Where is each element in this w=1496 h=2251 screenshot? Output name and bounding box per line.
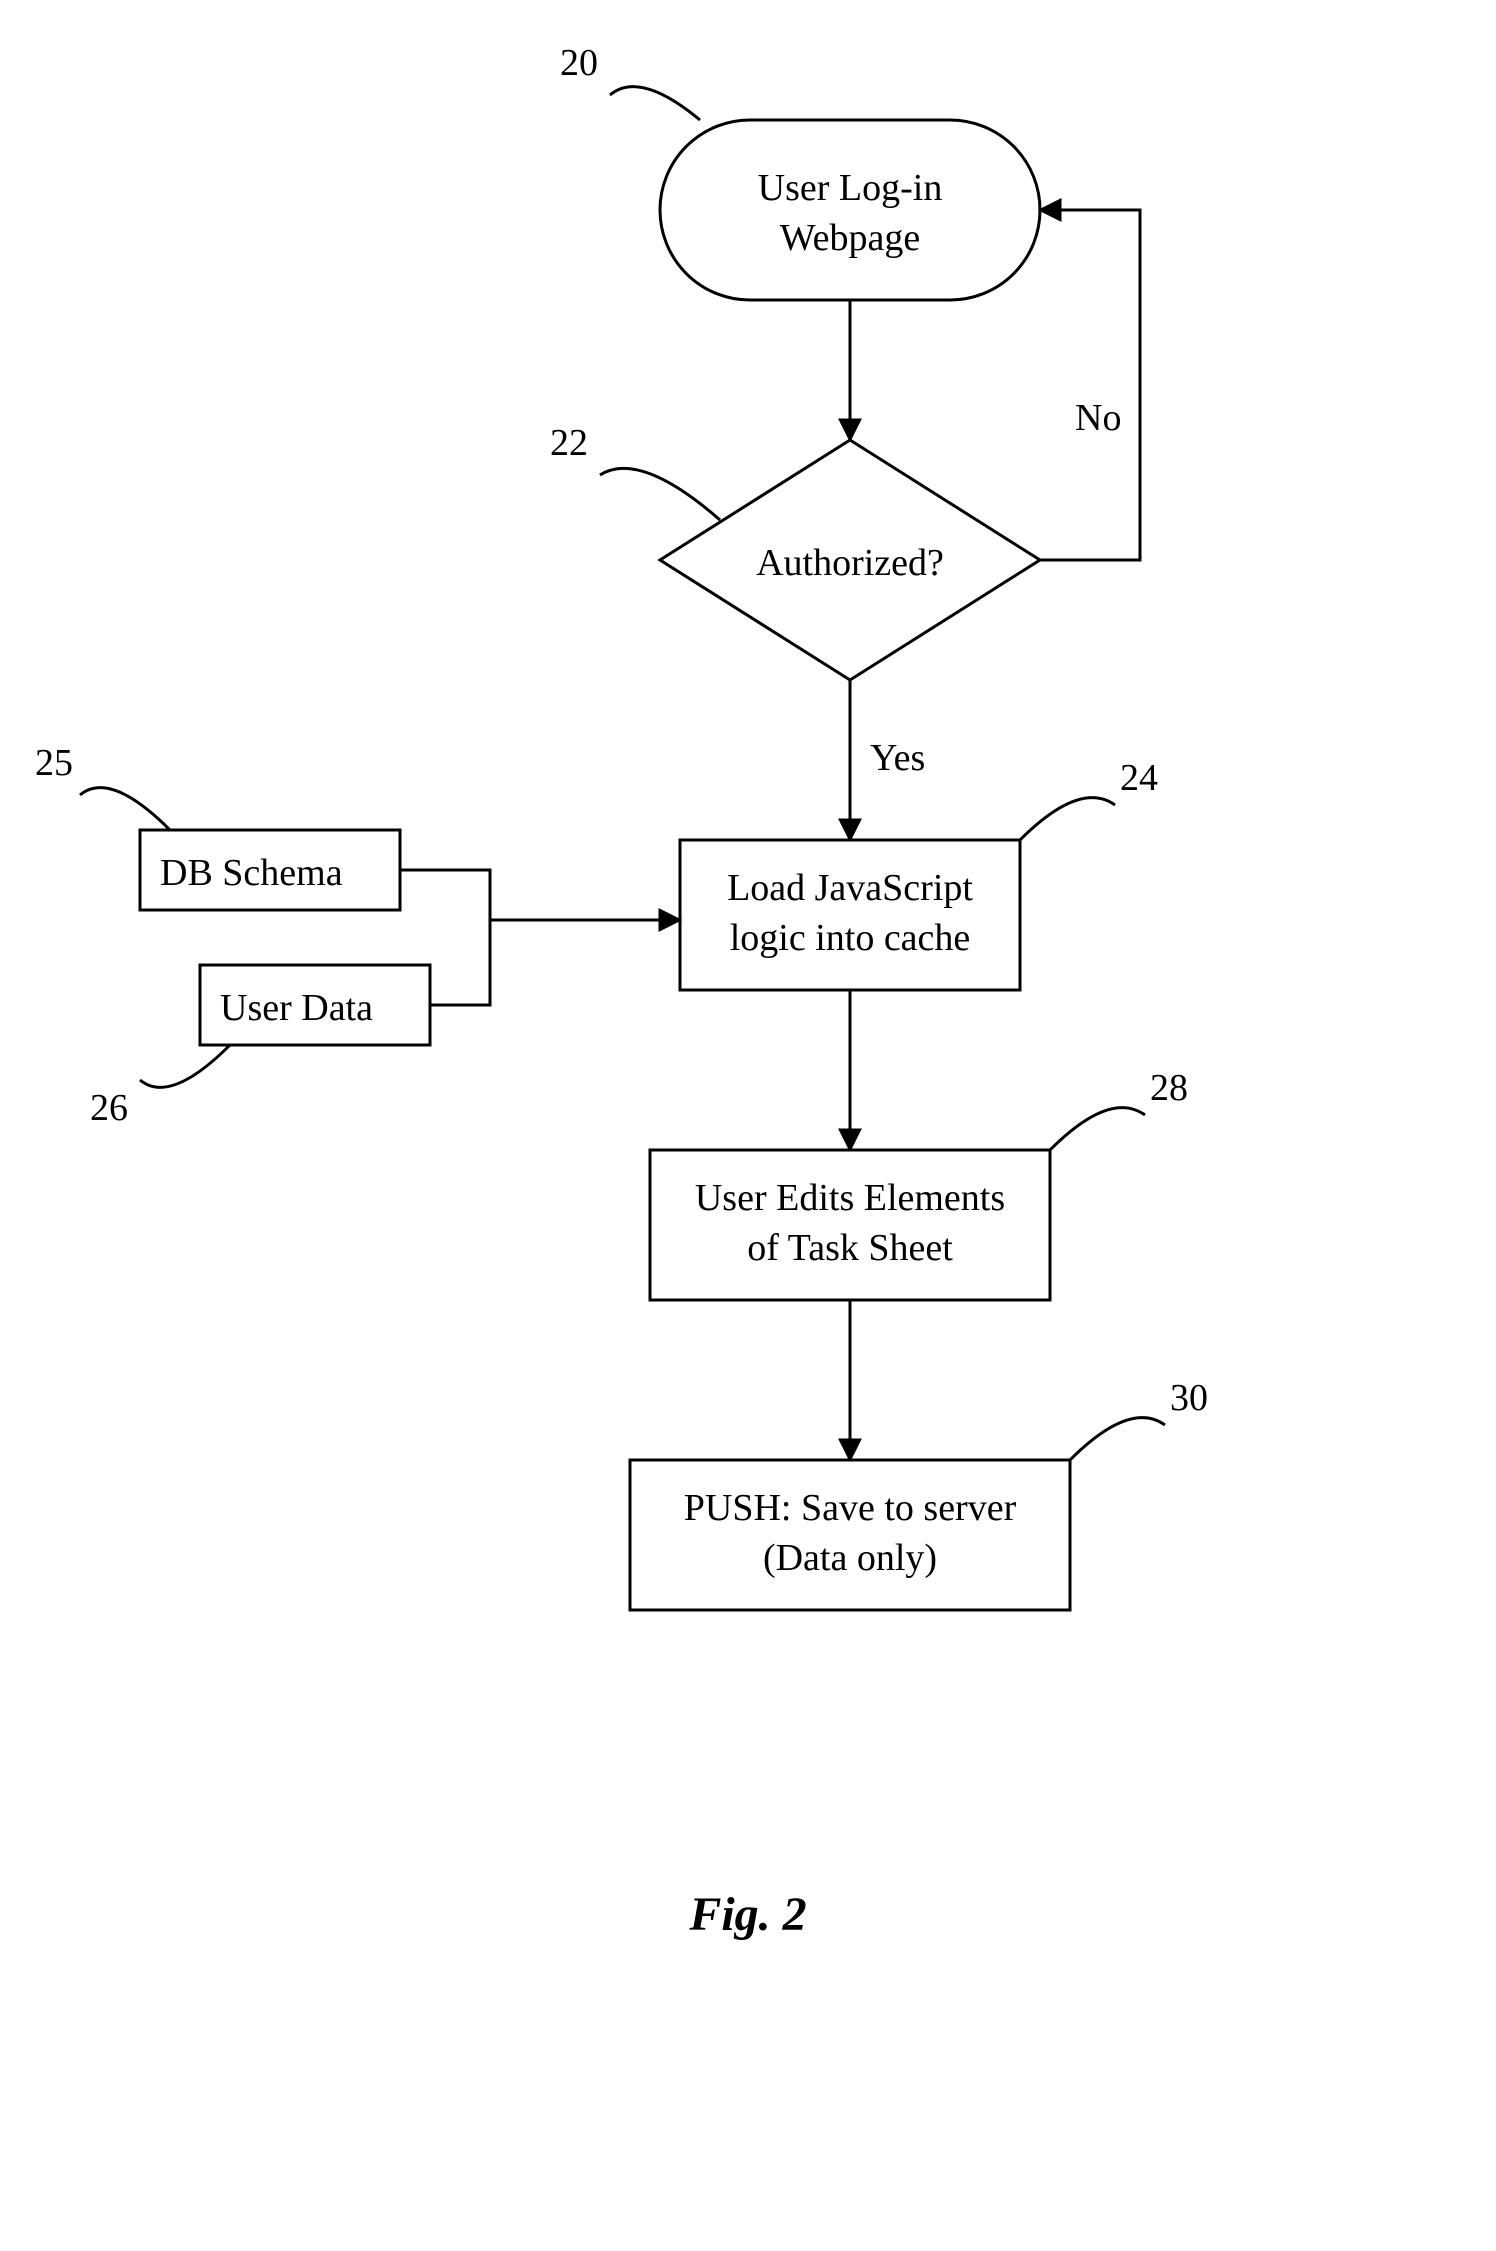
arrow-no-loopback: [1040, 210, 1140, 560]
node-push-line2: (Data only): [763, 1537, 937, 1579]
leader-28: [1050, 1108, 1145, 1150]
node-load-line2: logic into cache: [730, 917, 971, 959]
edge-yes-label: Yes: [870, 737, 925, 779]
edge-no-label: No: [1075, 397, 1121, 439]
ref-30: 30: [1170, 1377, 1208, 1419]
node-decision-authorized: Authorized?: [660, 440, 1040, 680]
ref-24: 24: [1120, 757, 1158, 799]
node-push-save: PUSH: Save to server (Data only): [630, 1460, 1070, 1610]
node-user-data-text: User Data: [220, 987, 373, 1029]
node-db-schema: DB Schema: [140, 830, 400, 910]
leader-22: [600, 468, 720, 520]
node-load-cache: Load JavaScript logic into cache: [680, 840, 1020, 990]
leader-24: [1020, 798, 1115, 840]
leader-26: [140, 1045, 230, 1087]
node-load-line1: Load JavaScript: [727, 867, 973, 909]
leader-20: [610, 87, 700, 120]
node-user-edits: User Edits Elements of Task Sheet: [650, 1150, 1050, 1300]
ref-26: 26: [90, 1087, 128, 1129]
ref-28: 28: [1150, 1067, 1188, 1109]
node-push-line1: PUSH: Save to server: [684, 1487, 1017, 1529]
leader-30: [1070, 1418, 1165, 1460]
leader-25: [80, 788, 170, 830]
ref-25: 25: [35, 742, 73, 784]
node-edits-line1: User Edits Elements: [695, 1177, 1005, 1219]
figure-caption: Fig. 2: [688, 1888, 806, 1941]
node-user-login-line2: Webpage: [780, 217, 920, 259]
node-user-data: User Data: [200, 965, 430, 1045]
flowchart-diagram: User Log-in Webpage 20 Authorized? 22 No…: [0, 0, 1496, 2251]
node-db-schema-text: DB Schema: [160, 852, 343, 894]
node-user-login: User Log-in Webpage: [660, 120, 1040, 300]
connector-schema-to-merge: [400, 870, 490, 920]
node-decision-text: Authorized?: [756, 542, 944, 584]
ref-22: 22: [550, 422, 588, 464]
node-edits-line2: of Task Sheet: [747, 1227, 953, 1269]
connector-userdata-to-merge: [430, 920, 490, 1005]
node-user-login-line1: User Log-in: [758, 167, 943, 209]
ref-20: 20: [560, 42, 598, 84]
